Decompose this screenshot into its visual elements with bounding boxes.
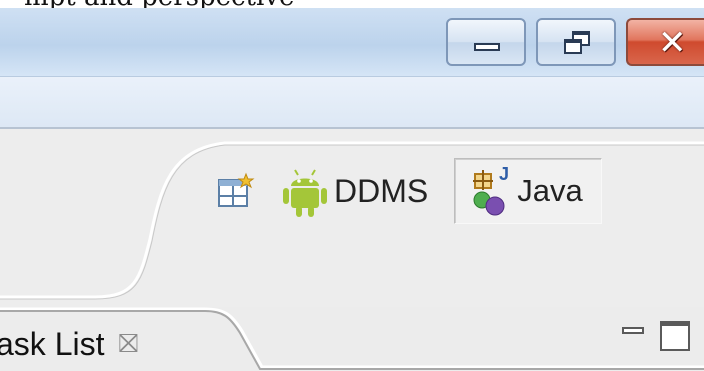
close-icon: ✕ xyxy=(658,23,687,63)
task-list-tab[interactable]: ask List ⛝ xyxy=(0,319,138,369)
task-list-tab-label: ask List xyxy=(0,325,105,362)
window-title-bar: ✕ xyxy=(0,8,704,77)
caption-text: mpt and perspective xyxy=(24,0,294,8)
open-perspective-button[interactable] xyxy=(214,169,258,213)
close-window-button[interactable]: ✕ xyxy=(626,18,704,66)
svg-text:J: J xyxy=(499,166,509,184)
view-tab-area: ask List ⛝ xyxy=(0,307,704,371)
caption-strip: mpt and perspective xyxy=(0,0,704,8)
minimize-window-button[interactable] xyxy=(446,18,526,66)
android-icon xyxy=(283,169,327,217)
java-label: Java xyxy=(517,173,583,208)
view-controls xyxy=(622,321,690,351)
ddms-label: DDMS xyxy=(334,172,429,209)
ddms-perspective-button[interactable]: DDMS xyxy=(276,161,440,221)
maximize-view-icon[interactable] xyxy=(660,321,690,351)
java-perspective-button[interactable]: J Java xyxy=(454,158,602,224)
java-perspective-icon: J xyxy=(473,166,509,216)
restore-window-button[interactable] xyxy=(536,18,616,66)
minimize-view-icon[interactable] xyxy=(622,327,644,334)
perspective-toolbar-area: DDMS J Java xyxy=(0,129,704,307)
close-icon[interactable]: ⛝ xyxy=(118,329,138,360)
minimize-icon xyxy=(474,43,500,51)
perspective-switcher: DDMS J Java xyxy=(200,151,602,231)
open-perspective-icon xyxy=(218,172,255,207)
menu-bar xyxy=(0,77,704,128)
restore-icon xyxy=(564,31,590,55)
window-controls: ✕ xyxy=(446,18,704,68)
